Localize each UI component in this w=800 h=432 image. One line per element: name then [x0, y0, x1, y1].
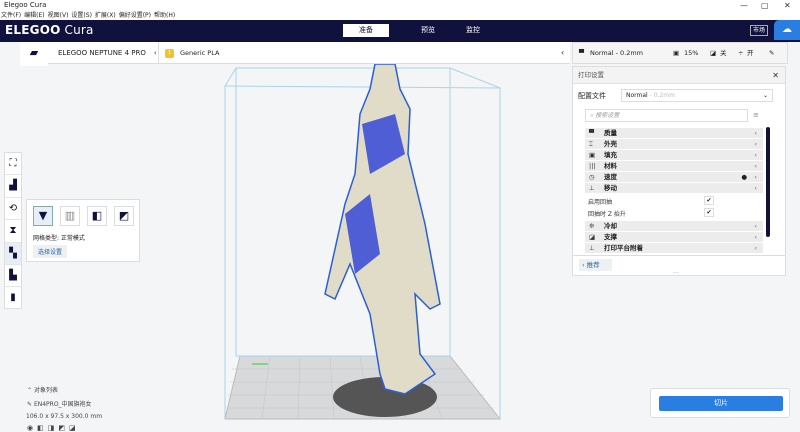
quality-icon: ▀	[579, 49, 584, 57]
print-settings-panel: 打印设置 ✕ 配置文件 Normal - 0.2mm ⌄ ⌕ 搜索设置 ≡ ▀ 质量 ‹…	[572, 66, 786, 277]
profile-label: 配置文件	[578, 92, 606, 100]
info-icon: ●	[741, 173, 747, 181]
logo: ELEGOO Cura	[5, 23, 94, 37]
print-as-support-icon[interactable]: ▥	[60, 206, 80, 226]
retraction-checkbox[interactable]: ✔	[704, 196, 714, 205]
tab-monitor[interactable]: 监控	[450, 24, 496, 37]
object-name[interactable]: ✎ EN4PRO_中国旗袍女	[27, 399, 102, 408]
slice-panel: 切片	[650, 388, 790, 418]
edit-icon[interactable]: ✎	[769, 43, 774, 63]
mesh-type-popup: ▼ ▥ ◧ ◩ 网格类型: 正常模式 选择设置	[26, 199, 140, 262]
select-settings-button[interactable]: 选择设置	[33, 245, 68, 258]
category-shell[interactable]: ⌶ 外壳 ‹	[585, 139, 763, 149]
tab-preview[interactable]: 预览	[405, 24, 451, 37]
settings-menu-icon[interactable]: ≡	[753, 111, 759, 119]
category-material[interactable]: ||| 材料 ‹	[585, 161, 763, 171]
category-speed[interactable]: ◷ 速度 ● ‹	[585, 172, 763, 182]
printer-selector[interactable]: ELEGOO NEPTUNE 4 PRO ‹	[58, 42, 157, 64]
support-blocker-icon[interactable]: ▙	[5, 265, 21, 288]
minimize-button[interactable]: —	[740, 0, 748, 11]
cylinder-tool-icon[interactable]: ▮	[5, 287, 21, 309]
model-figure[interactable]	[324, 64, 441, 395]
category-quality[interactable]: ▀ 质量 ‹	[585, 128, 763, 138]
collapse-chevron-icon[interactable]: ‹	[561, 48, 564, 57]
maximize-button[interactable]: ▢	[761, 0, 769, 11]
object-dimensions: 106.0 x 97.5 x 300.0 mm	[26, 413, 103, 420]
category-cooling[interactable]: ❊ 冷却 ‹	[585, 221, 763, 231]
scale-tool-icon[interactable]: ▟	[5, 175, 21, 198]
menu-file[interactable]: 文件(F)	[1, 12, 21, 19]
adhesion-icon: ÷	[738, 49, 744, 57]
menu-settings[interactable]: 设置(S)	[71, 12, 92, 19]
support-summary: 关	[720, 49, 727, 57]
profile-dropdown[interactable]: Normal - 0.2mm ⌄	[621, 89, 773, 102]
slice-button[interactable]: 切片	[659, 396, 783, 411]
category-adhesion[interactable]: ⊥ 打印平台附着 ‹	[585, 243, 763, 253]
rotate-tool-icon[interactable]: ⟲	[5, 198, 21, 221]
setting-retraction-label: 启用回抽	[588, 199, 613, 206]
infill-summary: 15%	[684, 49, 699, 57]
title-bar: Elegoo Cura — ▢ ✕	[0, 0, 800, 11]
mesh-type-label: 网格类型: 正常模式	[33, 235, 85, 242]
menu-bar: 文件(F) 编辑(E) 视图(V) 设置(S) 扩展(X) 偏好设置(P) 帮助(H)	[0, 11, 800, 20]
z-hop-checkbox[interactable]: ✔	[704, 208, 714, 217]
menu-help[interactable]: 帮助(H)	[154, 12, 175, 19]
category-travel[interactable]: ⊥ 移动 ‹	[585, 183, 763, 193]
panel-header: 打印设置 ✕	[573, 67, 785, 84]
left-toolbar: ⛶ ▟ ⟲ ⧗ ▚ ▙ ▮	[4, 152, 22, 309]
normal-mesh-icon[interactable]: ▼	[33, 206, 53, 226]
close-button[interactable]: ✕	[784, 0, 791, 11]
material-selector[interactable]: 1 Generic PLA	[158, 42, 219, 64]
window-title: Elegoo Cura	[4, 1, 47, 9]
support-icon: ◪	[710, 49, 717, 57]
menu-edit[interactable]: 编辑(E)	[24, 12, 44, 19]
settings-scrollbar[interactable]	[766, 127, 770, 237]
search-settings-input[interactable]: ⌕ 搜索设置	[585, 109, 748, 122]
object-list-toggle[interactable]: ⌃ 对象列表	[27, 385, 102, 394]
profile-summary: Normal - 0.2mm	[590, 49, 643, 57]
overlap-mesh-icon[interactable]: ◧	[87, 206, 107, 226]
tab-prepare[interactable]: 准备	[343, 24, 389, 37]
setting-z-hop-label: 回抽时 Z 抬升	[588, 211, 626, 218]
adhesion-summary: 开	[747, 49, 754, 57]
recommended-button[interactable]: ‹ 推荐	[579, 259, 612, 271]
close-panel-icon[interactable]: ✕	[772, 67, 779, 84]
per-model-settings-icon[interactable]: ▚	[5, 242, 21, 265]
menu-preferences[interactable]: 偏好设置(P)	[119, 12, 151, 19]
mirror-tool-icon[interactable]: ⧗	[5, 220, 21, 243]
category-infill[interactable]: ▣ 填充 ‹	[585, 150, 763, 160]
app-header: ELEGOO Cura 准备 预览 监控 市场 ☁	[0, 20, 800, 42]
menu-extensions[interactable]: 扩展(X)	[95, 12, 116, 19]
category-support[interactable]: ◪ 支撑 ‹	[585, 232, 763, 242]
view-orientation-icons[interactable]: ◉◧◨◩◪	[27, 424, 102, 432]
extruder-icon: 1	[165, 48, 174, 58]
print-settings-summary[interactable]: ▀ Normal - 0.2mm ▣ 15% ◪ 关 ÷ 开 ✎	[572, 42, 788, 64]
move-tool-icon[interactable]: ⛶	[5, 153, 21, 176]
menu-view[interactable]: 视图(V)	[48, 12, 69, 19]
account-icon[interactable]: ☁	[774, 20, 800, 40]
infill-icon: ▣	[673, 49, 680, 57]
resize-handle[interactable]: ···	[673, 270, 679, 277]
marketplace-button[interactable]: 市场	[750, 25, 768, 36]
open-file-icon[interactable]: ▰	[20, 42, 48, 66]
support-blocker-mesh-icon[interactable]: ◩	[114, 206, 134, 226]
